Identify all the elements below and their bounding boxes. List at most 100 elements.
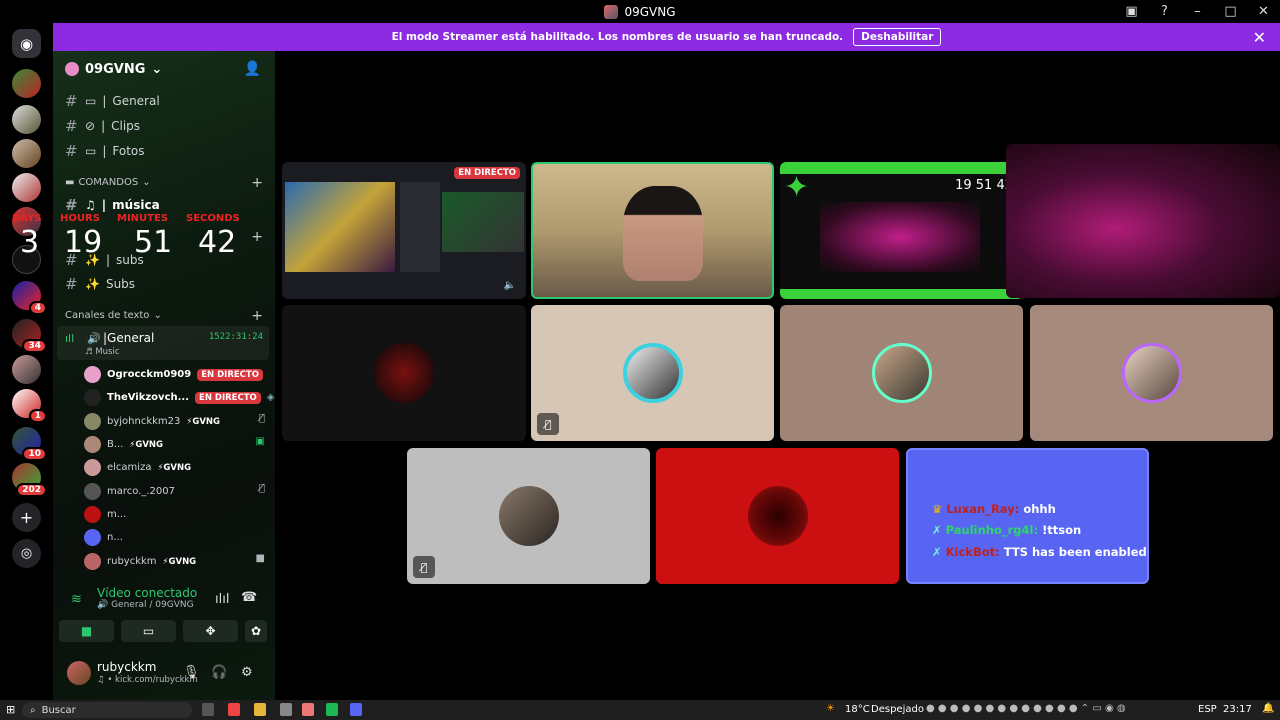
voice-channel-name-text: General [107,331,155,345]
voice-user[interactable]: m... [84,506,126,523]
clock[interactable]: 23:17 [1223,704,1252,715]
channel-clips[interactable]: # ⊘ | Clips [65,117,140,135]
noise-suppression-icon[interactable]: ılıl [215,592,229,607]
voice-user[interactable]: TheVikzovch... EN DIRECTO ◈ [84,389,274,406]
video-tile[interactable] [282,305,526,441]
channel-fotos[interactable]: # ▭ | Fotos [65,142,145,160]
webcam-person [623,186,703,281]
disconnect-icon[interactable]: ☎ [241,590,257,605]
close-window-icon[interactable]: ✕ [1247,4,1280,19]
add-server-icon[interactable]: + [12,503,41,532]
discover-icon[interactable]: ◎ [12,539,41,568]
activities-button[interactable]: ✥ [183,620,238,642]
speaker-icon: 🔊 [87,332,101,345]
voice-user[interactable]: B... ⚡GVNG [84,436,163,453]
server-icon[interactable] [12,173,41,202]
server-icon[interactable] [12,139,41,168]
taskbar-search[interactable]: ⌕ Buscar [22,702,192,718]
app-icon[interactable] [280,703,292,716]
stream-tile-screen[interactable]: EN DIRECTO 🔈 [282,162,526,299]
video-tile-speaking[interactable] [531,162,774,299]
disable-streamer-button[interactable]: Deshabilitar [853,28,942,46]
camera-button[interactable]: ■ [59,620,114,642]
avatar[interactable] [67,661,91,685]
stream-tile-chat[interactable]: ♛ Luxan_Ray: ohhh ✗ Paulinho_rg4l: !ttson ✗ K… [906,448,1149,584]
add-channel-icon[interactable]: + [251,175,263,191]
channel-subs-2[interactable]: # ✨ Subs [65,275,135,293]
windows-start-icon[interactable]: ⊞ [6,703,15,716]
sword-icon: ✗ [932,523,942,537]
server-icon[interactable]: 4 [12,281,47,315]
discord-home-icon[interactable]: ◉ [12,29,41,58]
task-view-icon[interactable] [202,703,214,716]
server-icon[interactable]: 34 [12,319,47,353]
settings-gear-icon[interactable]: ⚙ [241,665,253,680]
channel-label: música [112,198,160,212]
brave-icon[interactable] [228,703,240,716]
user-tag: ⚡GVNG [157,462,192,473]
headphones-icon[interactable]: 🎧 [211,665,227,680]
video-tile[interactable] [1030,305,1273,441]
server-icon[interactable]: 10 [12,427,47,461]
microphone-icon[interactable]: 🎙 [183,665,200,680]
video-tile[interactable]: 🎙̸ [531,305,774,441]
minimize-icon[interactable]: – [1181,4,1214,19]
screen-share-button[interactable]: ▭ [121,620,176,642]
video-tile[interactable]: 🎙̸ [407,448,650,584]
voice-user[interactable]: byjohnckkm23 ⚡GVNG [84,413,220,430]
voice-location[interactable]: 🔊 General / 09GVNG [97,600,194,610]
close-banner-icon[interactable]: ✕ [1253,28,1266,47]
tray-icons[interactable]: ● ● ● ● ● ● ● ● ● ● ● ● ● ⌃ ▭ ◉ ◍ [926,703,1126,714]
server-header[interactable]: 09GVNG ⌄ 👤 [53,51,275,87]
inbox-icon[interactable]: ▣ [1115,4,1148,19]
speaker-muted-icon[interactable]: 🔈 [504,280,516,291]
server-icon[interactable] [12,355,41,384]
add-channel-icon[interactable]: + [251,229,263,245]
voice-channel-general[interactable]: ıll 🔊 |General ♬ Music 1522:31:24 [57,326,269,360]
server-icon[interactable] [12,105,41,134]
avatar [747,486,808,546]
voice-status: Vídeo conectado [97,586,198,600]
file-explorer-icon[interactable] [254,703,266,716]
notification-icon[interactable]: 🔔 [1262,703,1274,714]
video-tile[interactable] [656,448,899,584]
user-tag: ⚡GVNG [129,439,164,450]
minutes-value: 51 [134,225,173,260]
overlay-frame-bottom [780,289,1023,299]
language-indicator[interactable]: ESP [1198,704,1217,715]
category-texto[interactable]: Canales de texto ⌄ [65,310,162,321]
live-badge: EN DIRECTO [197,368,263,381]
help-icon[interactable]: ? [1148,4,1181,19]
signal-icon[interactable]: ≋ [71,592,82,607]
stream-tile-overlay[interactable]: ✦ 19 51 42 [780,162,1023,299]
category-label: COMANDOS [78,177,139,188]
voice-user[interactable]: Ogrocckm0909 EN DIRECTO [84,366,263,383]
voice-user-name: byjohnckkm23 [107,416,181,427]
category-comandos[interactable]: ▬ COMANDOS ⌄ [65,177,151,188]
server-icon[interactable]: 202 [12,463,47,497]
invite-people-icon[interactable]: 👤 [244,61,261,77]
soundboard-button[interactable]: ✿ [245,620,267,642]
avatar [1121,343,1182,403]
voice-user[interactable]: rubyckkm ⚡GVNG [84,553,196,570]
spotify-icon[interactable] [326,703,338,716]
channel-general[interactable]: # ▭ | General [65,92,160,110]
channel-musica[interactable]: # ♫ | música [65,196,160,214]
video-tile[interactable] [780,305,1023,441]
server-icon[interactable] [12,69,41,98]
app-icon[interactable] [302,703,314,716]
stream-tile-room[interactable] [1006,144,1280,298]
server-icon[interactable]: 1 [12,389,47,423]
channel-label: Clips [111,119,141,133]
voice-user[interactable]: elcamiza ⚡GVNG [84,459,191,476]
notification-badge: 202 [16,483,47,497]
weather-temp[interactable]: 18°C [845,704,870,715]
seconds-value: 42 [198,225,237,260]
add-channel-icon[interactable]: + [251,308,263,324]
video-icon: ■ [255,553,265,564]
voice-user[interactable]: marco._.2007 [84,483,175,500]
avatar [84,506,101,523]
discord-taskbar-icon[interactable] [350,703,362,716]
voice-user[interactable]: n... [84,529,123,546]
maximize-icon[interactable]: □ [1214,4,1247,19]
